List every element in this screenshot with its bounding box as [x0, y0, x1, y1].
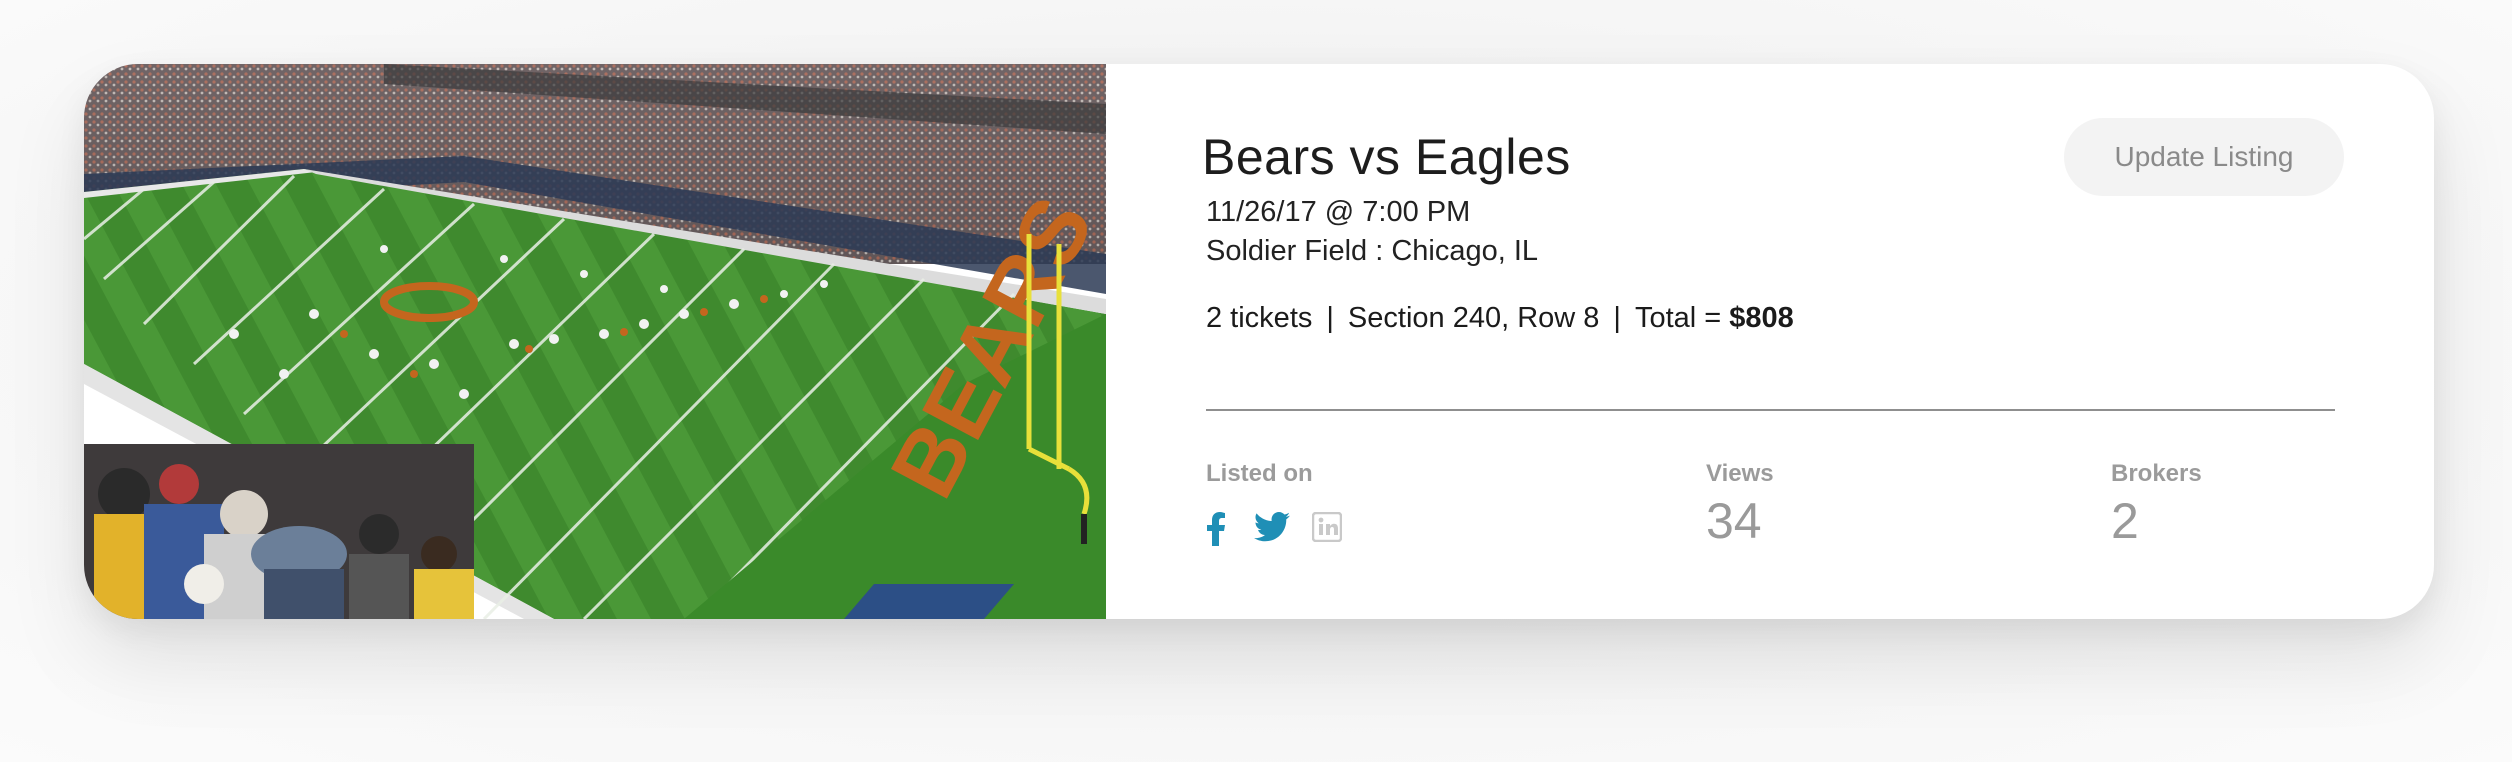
brokers-count: 2	[2111, 493, 2139, 549]
separator: |	[1326, 302, 1334, 334]
event-venue: Soldier Field : Chicago, IL	[1206, 235, 1539, 267]
ticket-count: 2 tickets	[1206, 302, 1313, 334]
update-listing-button[interactable]: Update Listing	[2064, 118, 2344, 196]
linkedin-icon[interactable]	[1312, 512, 1342, 542]
ticket-section: Section 240, Row 8	[1347, 302, 1600, 334]
brokers-label: Brokers	[2111, 460, 2202, 487]
event-photo: BEARS	[84, 64, 1106, 619]
event-datetime: 11/26/17 @ 7:00 PM	[1206, 196, 1471, 228]
ticket-summary: 2 tickets | Section 240, Row 8 | Total = $80…	[1206, 302, 1794, 335]
listed-on-label: Listed on	[1206, 460, 1313, 487]
views-count: 34	[1706, 493, 1762, 549]
views-label: Views	[1706, 460, 1774, 487]
twitter-icon[interactable]	[1254, 512, 1290, 542]
divider	[1206, 409, 2335, 411]
separator: |	[1613, 302, 1621, 334]
page-background: BEARS Bears vs Eagles 11/26/17 @ 7:00 PM…	[0, 0, 2512, 762]
facebook-icon[interactable]	[1206, 512, 1226, 546]
listing-details: Bears vs Eagles 11/26/17 @ 7:00 PM Soldi…	[1106, 64, 2434, 619]
listing-card[interactable]: BEARS Bears vs Eagles 11/26/17 @ 7:00 PM…	[84, 64, 2434, 619]
total-label: Total =	[1634, 302, 1722, 334]
total-price: $808	[1729, 302, 1794, 334]
event-title: Bears vs Eagles	[1202, 129, 1571, 185]
